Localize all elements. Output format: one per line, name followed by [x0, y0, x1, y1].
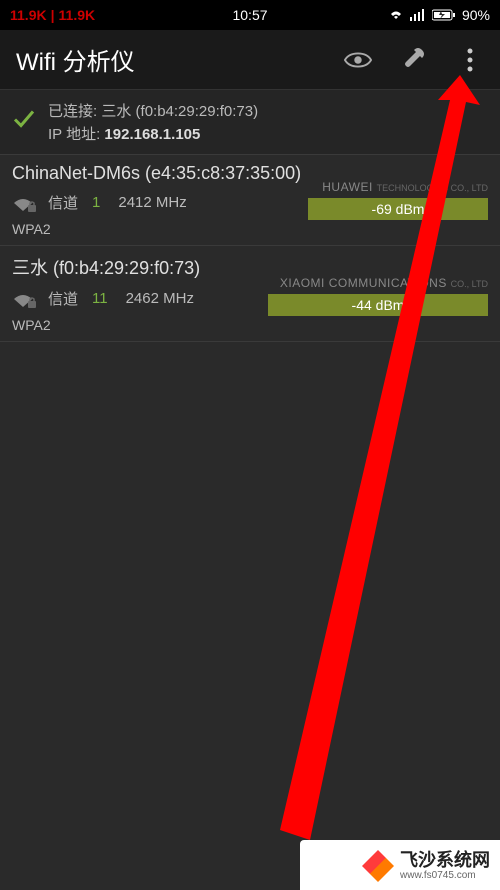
security-label: WPA2	[12, 317, 488, 333]
watermark-main: 飞沙系统网	[400, 851, 490, 871]
net-sep: |	[51, 7, 55, 23]
vendor: HUAWEI TECHNOLOGIES CO., LTD	[228, 178, 488, 196]
wifi-icon	[388, 9, 404, 21]
signal-strength-bar: -44 dBm	[268, 294, 488, 316]
check-icon	[12, 108, 36, 137]
signal-icon	[410, 9, 426, 21]
battery-percent: 90%	[462, 7, 490, 23]
net-up: 11.9K	[59, 7, 96, 23]
network-item[interactable]: ChinaNet-DM6s (e4:35:c8:37:35:00) 信道 1 2…	[0, 155, 500, 246]
connected-network[interactable]: 已连接: 三水 (f0:b4:29:29:f0:73) IP 地址: 192.1…	[0, 90, 500, 155]
channel-label: 信道	[48, 192, 78, 213]
battery-icon	[432, 9, 456, 21]
app-actions	[344, 46, 484, 74]
status-right: 90%	[388, 7, 490, 23]
wifi-lock-icon	[12, 289, 38, 309]
ip-value: 192.168.1.105	[104, 126, 200, 143]
app-bar: Wifi 分析仪	[0, 30, 500, 90]
eye-icon[interactable]	[344, 46, 372, 74]
connected-ssid: 三水	[101, 103, 131, 120]
security-label: WPA2	[12, 221, 488, 237]
connected-label: 已连接:	[48, 103, 97, 120]
network-row: 信道 11 2462 MHz XIAOMI COMMUNICATIONS CO.…	[12, 288, 488, 309]
frequency: 2462 MHz	[126, 290, 194, 307]
wrench-icon[interactable]	[400, 46, 428, 74]
status-bar: 11.9K | 11.9K 10:57 90%	[0, 0, 500, 30]
net-down: 11.9K	[10, 7, 47, 23]
vendor: XIAOMI COMMUNICATIONS CO., LTD	[228, 274, 488, 292]
signal-strength-bar: -69 dBm	[308, 198, 488, 220]
wifi-lock-icon	[12, 193, 38, 213]
connected-mac: (f0:b4:29:29:f0:73)	[136, 103, 259, 120]
status-time: 10:57	[232, 7, 267, 23]
connected-line1: 已连接: 三水 (f0:b4:29:29:f0:73)	[48, 100, 484, 121]
network-row: 信道 1 2412 MHz HUAWEI TECHNOLOGIES CO., L…	[12, 192, 488, 213]
ip-label: IP 地址:	[48, 126, 100, 143]
connected-line2: IP 地址: 192.168.1.105	[48, 123, 484, 144]
watermark: 飞沙系统网 www.fs0745.com	[362, 850, 490, 882]
watermark-sub: www.fs0745.com	[400, 870, 490, 881]
more-menu-icon[interactable]	[456, 46, 484, 74]
channel-label: 信道	[48, 288, 78, 309]
status-network-speed: 11.9K | 11.9K	[10, 7, 95, 23]
watermark-logo-icon	[362, 850, 394, 882]
channel-number: 1	[92, 194, 100, 211]
network-item[interactable]: 三水 (f0:b4:29:29:f0:73) 信道 11 2462 MHz XI…	[0, 246, 500, 342]
app-title: Wifi 分析仪	[16, 42, 135, 77]
channel-number: 11	[92, 290, 108, 307]
networks-list: ChinaNet-DM6s (e4:35:c8:37:35:00) 信道 1 2…	[0, 155, 500, 342]
frequency: 2412 MHz	[118, 194, 186, 211]
watermark-text: 飞沙系统网 www.fs0745.com	[400, 851, 490, 882]
